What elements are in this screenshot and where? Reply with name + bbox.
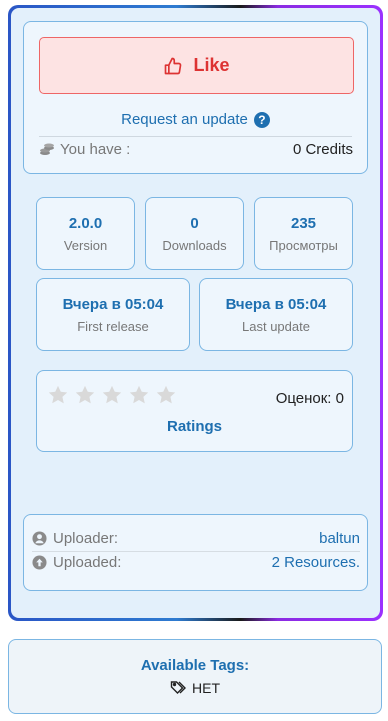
- star-icon[interactable]: [101, 384, 123, 406]
- rating-panel: Оценок: 0 Ratings: [36, 370, 353, 452]
- stat-value: 235: [290, 215, 317, 232]
- credits-row: You have : 0 Credits: [39, 141, 353, 158]
- like-panel: Like Request an update ? You have : 0 Cr…: [23, 21, 368, 174]
- ratings-link[interactable]: Ratings: [37, 418, 352, 435]
- request-update-label: Request an update: [121, 111, 248, 128]
- stat-views: 235 Просмотры: [254, 197, 353, 270]
- uploader-link[interactable]: baltun: [319, 530, 360, 547]
- star-icon[interactable]: [155, 384, 177, 406]
- uploaded-resources-link[interactable]: 2 Resources.: [272, 554, 360, 571]
- stat-first-release: Вчера в 05:04 First release: [36, 278, 190, 351]
- stat-value: 0: [190, 215, 199, 232]
- sidebar-inner: Like Request an update ? You have : 0 Cr…: [11, 8, 380, 618]
- request-update-link[interactable]: Request an update ?: [24, 111, 367, 128]
- credits-value: 0 Credits: [292, 141, 353, 158]
- stat-label: Downloads: [162, 238, 227, 253]
- question-circle-icon: ?: [253, 111, 270, 128]
- tags-icon: [170, 681, 186, 694]
- stat-label: Просмотры: [269, 238, 338, 253]
- star-icon[interactable]: [128, 384, 150, 406]
- tags-card: Available Tags: НЕТ: [8, 639, 382, 714]
- stat-value: Вчера в 05:04: [225, 296, 327, 313]
- star-icon[interactable]: [47, 384, 69, 406]
- uploaded-row: Uploaded: 2 Resources.: [32, 554, 360, 571]
- thumbs-up-icon: [165, 57, 182, 74]
- resource-sidebar: Like Request an update ? You have : 0 Cr…: [8, 5, 383, 621]
- uploader-row: Uploader: baltun: [32, 530, 360, 547]
- credits-label: You have :: [60, 141, 131, 158]
- star-icon[interactable]: [74, 384, 96, 406]
- user-circle-icon: [32, 531, 47, 546]
- stat-version: 2.0.0 Version: [36, 197, 135, 270]
- tag-label: НЕТ: [192, 680, 220, 696]
- star-rating[interactable]: [47, 384, 177, 406]
- stat-value: 2.0.0: [68, 215, 103, 232]
- like-button[interactable]: Like: [39, 37, 354, 94]
- tag-item[interactable]: НЕТ: [170, 680, 220, 696]
- like-label: Like: [193, 55, 230, 75]
- stat-label: First release: [77, 319, 149, 334]
- arrow-up-circle-icon: [32, 555, 47, 570]
- rating-count: Оценок: 0: [275, 390, 344, 407]
- stat-value: Вчера в 05:04: [62, 296, 164, 313]
- stat-label: Last update: [242, 319, 310, 334]
- stat-last-update: Вчера в 05:04 Last update: [199, 278, 353, 351]
- stat-label: Version: [63, 238, 108, 253]
- tags-title: Available Tags:: [140, 657, 250, 674]
- stat-downloads: 0 Downloads: [145, 197, 244, 270]
- divider: [39, 136, 352, 137]
- divider: [32, 551, 360, 552]
- coins-icon: [40, 143, 54, 155]
- uploader-label: Uploader:: [53, 530, 119, 547]
- uploaded-label: Uploaded:: [53, 554, 122, 571]
- uploader-panel: Uploader: baltun Uploaded: 2 Resources.: [23, 514, 368, 591]
